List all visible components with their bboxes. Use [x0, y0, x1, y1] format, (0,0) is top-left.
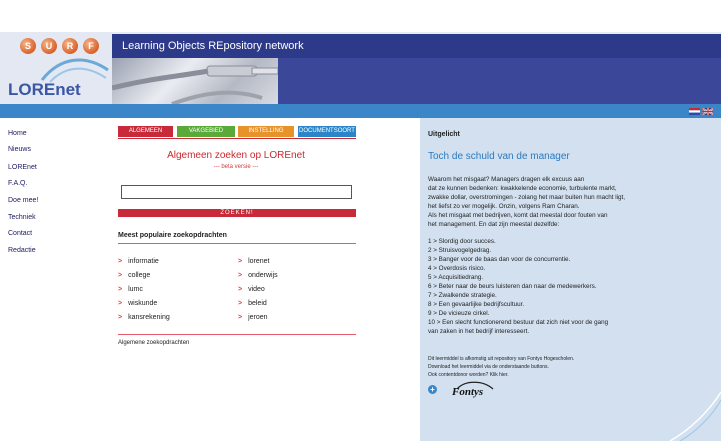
- article-list-item: 9 > De vicieuze cirkel.: [428, 310, 490, 317]
- popular-search-link[interactable]: > lorenet: [238, 258, 270, 265]
- arrow-icon: >: [118, 258, 123, 265]
- article-text: Waarom het misgaat? Managers dragen elk …: [428, 176, 585, 183]
- arrow-icon: >: [238, 300, 243, 307]
- article-text: Als het misgaat met bedrijven, komt dat …: [428, 212, 608, 219]
- nav-item-contact[interactable]: Contact: [8, 230, 32, 237]
- arrow-icon: >: [238, 272, 243, 279]
- article-list-item: 6 > Beter naar de beurs luisteren dan na…: [428, 283, 597, 290]
- featured-label: Uitgelicht: [428, 131, 460, 138]
- search-button[interactable]: ZOEKEN!: [118, 209, 356, 217]
- popular-search-link[interactable]: > informatie: [118, 258, 159, 265]
- plus-circle-icon[interactable]: +: [428, 385, 437, 394]
- uk-flag-icon[interactable]: [702, 108, 713, 115]
- popular-search-label: kansrekening: [128, 314, 170, 321]
- lorenet-logo-text: LOREnet: [8, 80, 81, 99]
- contentdonor-link[interactable]: Ook contentdonor worden? Klik hier.: [428, 372, 509, 378]
- popular-search-label: lumc: [128, 286, 143, 293]
- article-text: het liefst zo ver mogelijk. Onzin, volge…: [428, 203, 580, 210]
- nl-flag-icon[interactable]: [689, 108, 700, 115]
- popular-search-label: onderwijs: [248, 272, 278, 279]
- article-list-item: 10 > Een slecht functionerend bestuur da…: [428, 319, 609, 326]
- popular-search-label: informatie: [128, 258, 159, 265]
- search-input[interactable]: [121, 185, 352, 199]
- header-photo: [112, 58, 278, 104]
- article-list-item: 1 > Slordig door succes.: [428, 238, 496, 245]
- popular-search-label: college: [128, 272, 151, 279]
- arrow-icon: >: [118, 300, 123, 307]
- divider: [118, 243, 356, 244]
- top-strip: [0, 0, 721, 33]
- divider: [118, 334, 356, 335]
- arrow-icon: >: [238, 286, 243, 293]
- nav-item-faq[interactable]: F.A.Q.: [8, 180, 27, 187]
- popular-search-label: video: [248, 286, 265, 293]
- tab-documentsoort[interactable]: DOCUMENTSOORT: [298, 126, 356, 137]
- popular-search-link[interactable]: > wiskunde: [118, 300, 157, 307]
- arrow-icon: >: [238, 258, 243, 265]
- tab-instelling[interactable]: INSTELLING: [238, 126, 294, 137]
- popular-searches-title: Meest populaire zoekopdrachten: [118, 232, 227, 239]
- nav-item-nieuws[interactable]: Nieuws: [8, 146, 31, 153]
- nav-item-home[interactable]: Home: [8, 130, 27, 137]
- popular-search-link[interactable]: > college: [118, 272, 150, 279]
- search-title: Algemeen zoeken op LOREnet: [167, 150, 305, 161]
- arrow-icon: >: [118, 272, 123, 279]
- popular-search-label: lorenet: [248, 258, 270, 265]
- beta-label: --- beta versie ---: [213, 164, 259, 170]
- article-text: zwakke dollar, overstromingen - zolang h…: [428, 194, 626, 201]
- header-blue-panel: [278, 58, 721, 104]
- article-list-item: 8 > Een gevaarlijke bedrijfscultuur.: [428, 301, 525, 308]
- footnote-text: Download het leermiddel via de onderstaa…: [428, 364, 549, 370]
- nav-item-redactie[interactable]: Redactie: [8, 247, 36, 254]
- nav-item-techniek[interactable]: Techniek: [8, 214, 36, 221]
- nav-item-doe-mee[interactable]: Doe mee!: [8, 197, 38, 204]
- site-title: Learning Objects REpository network: [122, 40, 304, 52]
- article-title[interactable]: Toch de schuld van de manager: [428, 151, 570, 162]
- tab-algemeen[interactable]: ALGEMEEN: [118, 126, 173, 137]
- article-list-item: van zaken in het bedrijf interesseert.: [428, 328, 530, 335]
- arrow-icon: >: [238, 314, 243, 321]
- article-list-item: 5 > Acquisitiedrang.: [428, 274, 484, 281]
- article-text: het management. En dat zijn meestal deze…: [428, 221, 560, 228]
- popular-search-label: jeroen: [248, 314, 268, 321]
- logo-letter: S: [20, 38, 36, 54]
- popular-search-link[interactable]: > jeroen: [238, 314, 268, 321]
- general-searches-link[interactable]: Algemene zoekopdrachten: [118, 340, 189, 346]
- popular-search-link[interactable]: > kansrekening: [118, 314, 170, 321]
- divider-bar: [0, 104, 721, 118]
- tab-underline: [118, 138, 356, 139]
- nav-item-lorenet[interactable]: LOREnet: [8, 164, 37, 171]
- popular-search-link[interactable]: > onderwijs: [238, 272, 278, 279]
- popular-search-label: wiskunde: [128, 300, 158, 307]
- page-curl-decoration: [669, 391, 721, 441]
- tab-vakgebied[interactable]: VAKGEBIED: [177, 126, 235, 137]
- popular-search-link[interactable]: > beleid: [238, 300, 267, 307]
- article-list-item: 4 > Overdosis risico.: [428, 265, 486, 272]
- popular-search-link[interactable]: > video: [238, 286, 265, 293]
- popular-search-link[interactable]: > lumc: [118, 286, 143, 293]
- popular-search-label: beleid: [248, 300, 267, 307]
- footnote-text: Dit leermiddel is afkomstig uit reposito…: [428, 356, 575, 362]
- arrow-icon: >: [118, 286, 123, 293]
- article-list-item: 3 > Banger voor de baas dan voor de conc…: [428, 256, 571, 263]
- fontys-logo[interactable]: Fontys: [452, 386, 483, 398]
- article-list-item: 2 > Struisvogelgedrag.: [428, 247, 492, 254]
- article-list-item: 7 > Zwalkende strategie.: [428, 292, 497, 299]
- article-text: dat ze kunnen bedenken: kwakkelende econ…: [428, 185, 617, 192]
- arrow-icon: >: [118, 314, 123, 321]
